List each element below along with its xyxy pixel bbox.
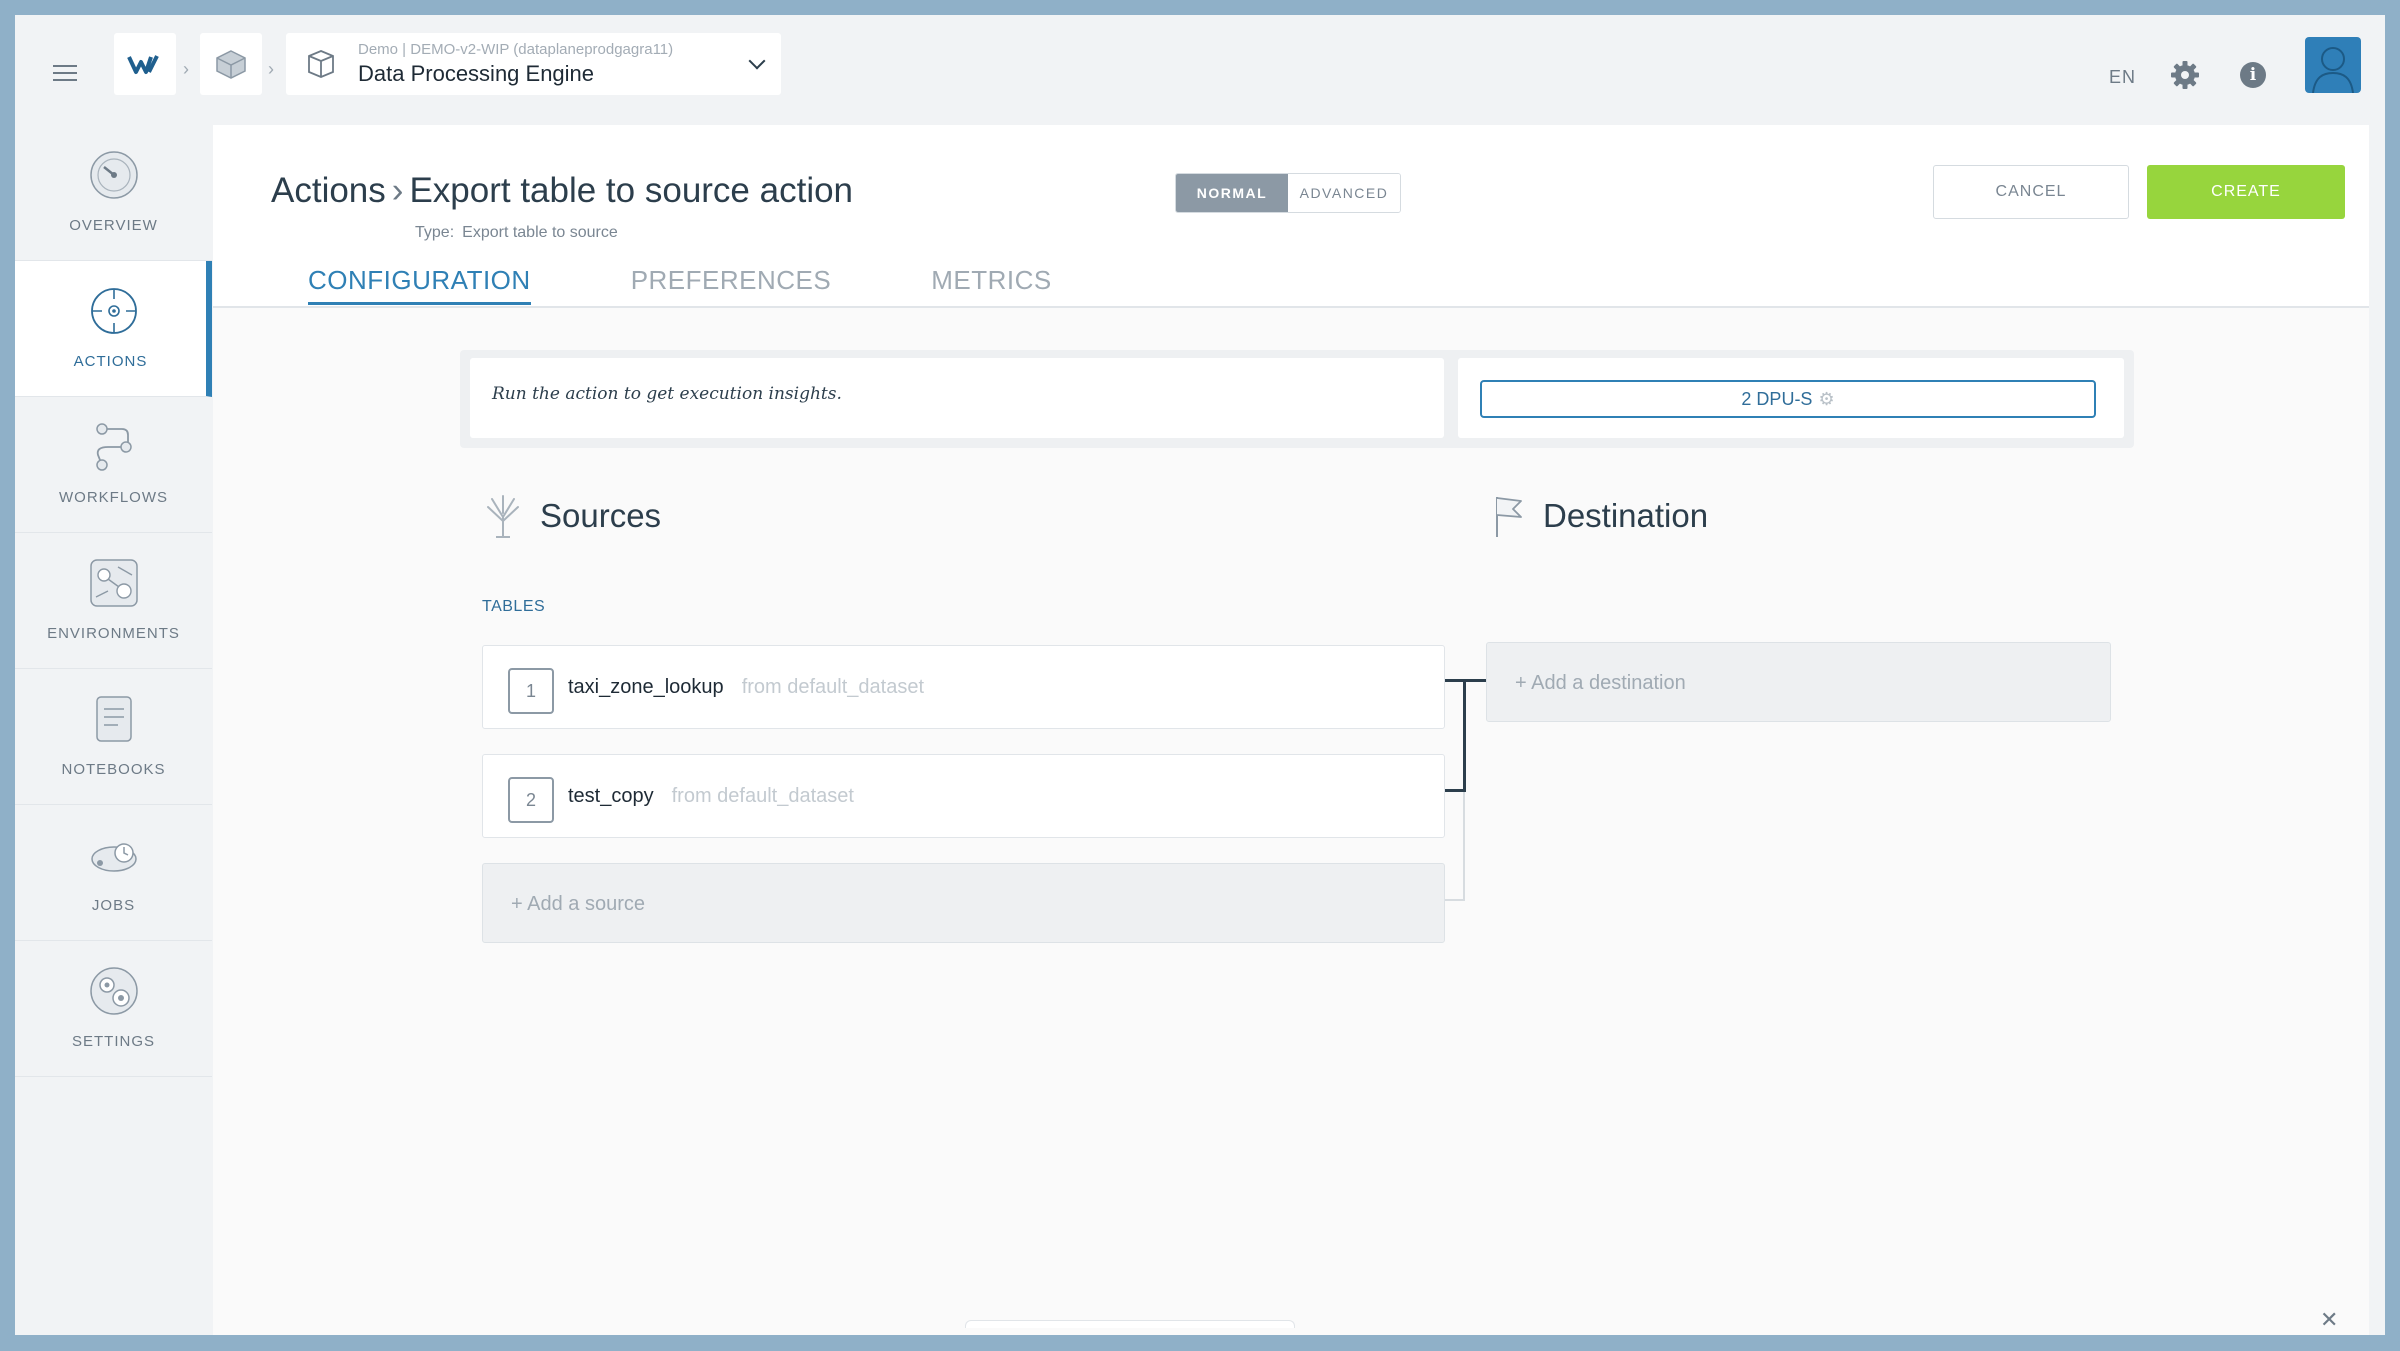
info-icon[interactable]: i: [2240, 62, 2266, 88]
create-button[interactable]: CREATE: [2147, 165, 2345, 219]
project-title: Data Processing Engine: [358, 61, 595, 86]
workflow-icon: [96, 423, 132, 471]
type-label: Type:: [415, 224, 455, 241]
cog-icon: ⚙: [1818, 389, 1835, 409]
environment-icon: [90, 559, 138, 607]
tab-configuration[interactable]: CONFIGURATION: [308, 265, 531, 305]
mode-normal-button[interactable]: NORMAL: [1176, 174, 1288, 212]
tables-label: TABLES: [482, 598, 546, 615]
sidebar-item-overview[interactable]: OVERVIEW: [15, 125, 212, 261]
sidebar-item-actions[interactable]: ACTIONS: [15, 261, 212, 397]
sidebar-item-jobs[interactable]: JOBS: [15, 805, 212, 941]
source-index: 2: [508, 777, 554, 823]
top-bar: › › Demo | DEMO-v2-WIP (dataplaneprodgag…: [15, 15, 2385, 125]
add-destination-button[interactable]: + Add a destination: [1486, 642, 2111, 722]
user-avatar[interactable]: [2305, 37, 2361, 93]
connector-line: [1445, 789, 1465, 792]
source-name-line: taxi_zone_lookup from default_dataset: [568, 676, 924, 699]
action-type: Type: Export table to source: [415, 224, 618, 242]
main-panel: Actions › Export table to source action Ty…: [213, 125, 2369, 1335]
project-selector[interactable]: Demo | DEMO-v2-WIP (dataplaneprodgagra11…: [286, 33, 781, 95]
breadcrumb-chevron-icon: ›: [391, 171, 404, 210]
connector-line: [1463, 792, 1465, 901]
org-button[interactable]: [200, 33, 262, 95]
insights-message: Run the action to get execution insights…: [470, 358, 1444, 438]
bottom-drawer-handle[interactable]: [965, 1320, 1295, 1328]
source-table-card[interactable]: 1 taxi_zone_lookup from default_dataset: [482, 645, 1445, 729]
logo-icon: [127, 55, 159, 74]
app-window: › › Demo | DEMO-v2-WIP (dataplaneprodgag…: [15, 15, 2385, 1335]
close-icon[interactable]: ✕: [2320, 1307, 2338, 1333]
page-title: Export table to source action: [409, 171, 854, 210]
dpu-label: 2 DPU-S: [1741, 389, 1813, 409]
cancel-button[interactable]: CANCEL: [1933, 165, 2129, 219]
language-selector[interactable]: EN: [2109, 67, 2136, 88]
gear-icon[interactable]: [2169, 59, 2201, 91]
mode-advanced-button[interactable]: ADVANCED: [1288, 174, 1400, 212]
sidebar-item-label: SETTINGS: [71, 1033, 155, 1050]
add-source-button[interactable]: + Add a source: [482, 863, 1445, 943]
cubes-icon: [216, 50, 246, 79]
logo-home-button[interactable]: [114, 33, 176, 95]
settings-gears-icon: [90, 967, 138, 1015]
project-text: Demo | DEMO-v2-WIP (dataplaneprodgagra11…: [358, 41, 673, 87]
sidebar-item-label: ACTIONS: [73, 353, 148, 370]
connector-line: [1463, 679, 1466, 792]
connector-line: [1445, 899, 1465, 901]
source-table-card[interactable]: 2 test_copy from default_dataset: [482, 754, 1445, 838]
sidebar-item-label: NOTEBOOKS: [61, 761, 166, 778]
notebook-icon: [96, 696, 132, 742]
sidebar-item-notebooks[interactable]: NOTEBOOKS: [15, 669, 212, 805]
project-subtitle: Demo | DEMO-v2-WIP (dataplaneprodgagra11…: [358, 41, 674, 58]
sources-tree-icon: [487, 495, 519, 538]
destination-header: Destination: [1491, 493, 1708, 539]
breadcrumb: Actions › Export table to source action: [271, 171, 853, 211]
source-dataset: from default_dataset: [741, 676, 925, 698]
destination-title: Destination: [1543, 497, 1709, 534]
mode-toggle: NORMAL ADVANCED: [1175, 173, 1401, 213]
flag-icon: [1496, 497, 1522, 537]
tab-metrics[interactable]: METRICS: [931, 265, 1052, 305]
connector-line: [1445, 679, 1465, 682]
hamburger-menu-icon[interactable]: [53, 65, 77, 83]
project-box-icon: [308, 50, 334, 78]
crosshair-icon: [91, 288, 137, 334]
sidebar-item-settings[interactable]: SETTINGS: [15, 941, 212, 1077]
chevron-down-icon[interactable]: [748, 52, 766, 70]
sources-header: Sources: [484, 493, 661, 539]
source-name: test_copy: [568, 785, 654, 807]
execution-insights: Run the action to get execution insights…: [460, 350, 2134, 448]
dpu-panel: 2 DPU-S ⚙: [1458, 358, 2124, 438]
source-name-line: test_copy from default_dataset: [568, 785, 854, 808]
tab-bar: CONFIGURATION PREFERENCES METRICS: [308, 265, 1152, 305]
jobs-icon: [91, 843, 137, 872]
user-silhouette-icon: [2312, 47, 2354, 93]
sidebar-item-label: ENVIRONMENTS: [47, 625, 180, 642]
breadcrumb-separator: ›: [183, 59, 189, 79]
sidebar-item-label: JOBS: [91, 897, 136, 914]
source-name: taxi_zone_lookup: [568, 676, 724, 698]
dpu-button[interactable]: 2 DPU-S ⚙: [1480, 380, 2096, 418]
sidebar-item-workflows[interactable]: WORKFLOWS: [15, 397, 212, 533]
sidebar-item-label: WORKFLOWS: [59, 489, 168, 506]
breadcrumb-actions-link[interactable]: Actions: [271, 171, 386, 210]
action-header: Actions › Export table to source action Ty…: [213, 125, 2369, 308]
sources-title: Sources: [540, 497, 662, 534]
sidebar-item-label: OVERVIEW: [69, 217, 158, 234]
sidebar-item-environments[interactable]: ENVIRONMENTS: [15, 533, 212, 669]
source-index: 1: [508, 668, 554, 714]
type-value: Export table to source: [462, 224, 618, 241]
connector-line: [1463, 679, 1487, 682]
tab-preferences[interactable]: PREFERENCES: [631, 265, 832, 305]
sidebar: OVERVIEW ACTIONS WORKFLOWS ENVIRONMENTS …: [15, 125, 212, 1085]
breadcrumb-separator: ›: [268, 59, 274, 79]
speedometer-icon: [90, 151, 138, 199]
source-dataset: from default_dataset: [671, 785, 854, 807]
